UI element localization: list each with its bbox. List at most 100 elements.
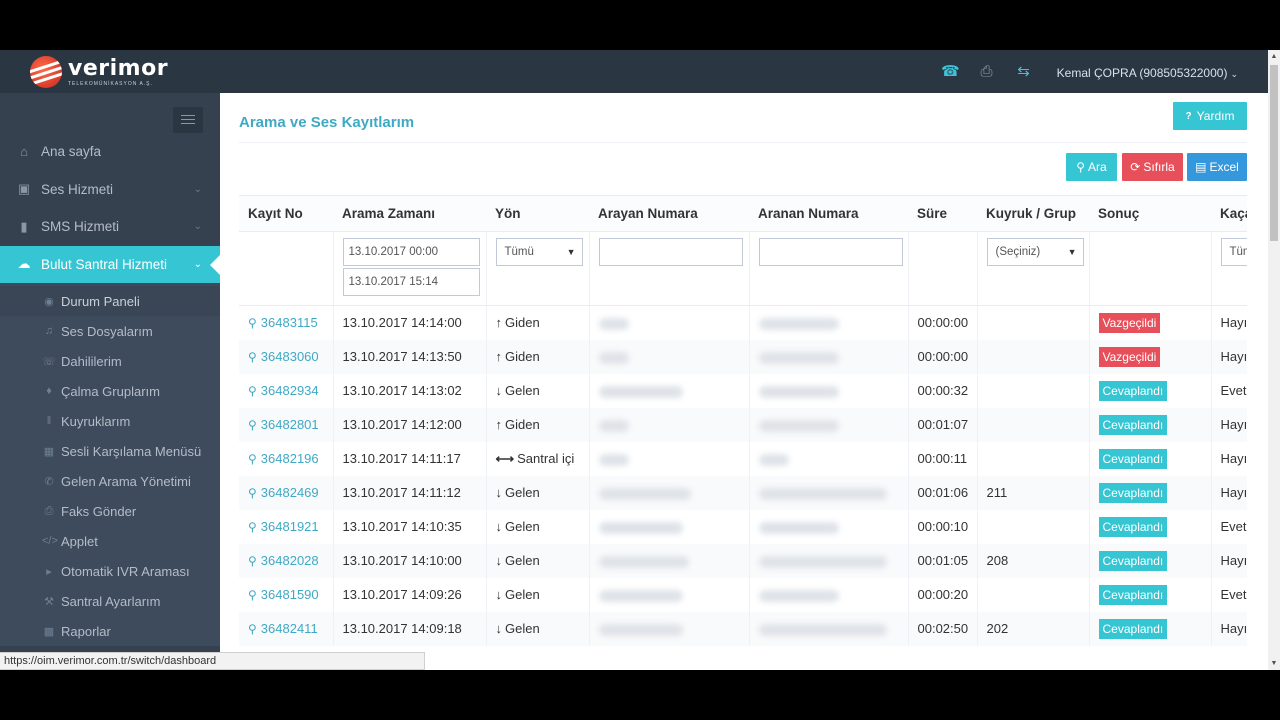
record-link[interactable]: ⚲ 36482028 — [248, 553, 319, 568]
table-row[interactable]: ⚲ 36483115 13.10.2017 14:14:00 ↑ Giden 00:00:… — [239, 305, 1247, 340]
scroll-up-icon[interactable]: ▲ — [1268, 50, 1280, 63]
sidebar-item-home[interactable]: ⌂ Ana sayfa — [0, 133, 220, 171]
submenu-item-incoming-calls[interactable]: ✆ Gelen Arama Yönetimi — [0, 466, 220, 496]
search-icon: ⚲ — [248, 588, 257, 602]
missed-status: Evet — [1220, 383, 1247, 398]
record-link[interactable]: ⚲ 36481921 — [248, 519, 319, 534]
record-link[interactable]: ⚲ 36482469 — [248, 485, 319, 500]
record-link[interactable]: ⚲ 36482801 — [248, 417, 319, 432]
record-link[interactable]: ⚲ 36481590 — [248, 587, 319, 602]
date-from-input[interactable]: 13.10.2017 00:00 — [342, 238, 480, 266]
user-menu[interactable]: Kemal ÇOPRA (908505322000) ⌄ — [1057, 66, 1238, 80]
search-icon: ⚲ — [248, 622, 257, 636]
table-row[interactable]: ⚲ 36482934 13.10.2017 14:13:02 ↓ Gelen 00:00:… — [239, 373, 1247, 408]
submenu-item-queues[interactable]: ‖ Kuyruklarım — [0, 406, 220, 436]
submenu-item-extensions[interactable]: ☏ Dahililerim — [0, 346, 220, 376]
direction: Giden — [505, 349, 540, 364]
call-time: 13.10.2017 14:11:12 — [342, 485, 461, 500]
sidebar-item-sms[interactable]: ▮ SMS Hizmeti ⌄ — [0, 208, 220, 246]
submenu-item-reports[interactable]: ▩ Raporlar — [0, 616, 220, 646]
sidebar-item-cloud-pbx[interactable]: ☁ Bulut Santral Hizmeti ⌄ — [0, 245, 220, 283]
column-header[interactable]: Arama Zamanı — [333, 195, 486, 232]
column-header[interactable]: Aranan Numara — [749, 195, 908, 232]
record-link[interactable]: ⚲ 36482934 — [248, 383, 319, 398]
record-link[interactable]: ⚲ 36482196 — [248, 451, 319, 466]
table-row[interactable]: ⚲ 36483060 13.10.2017 14:13:50 ↑ Giden 00:00:… — [239, 339, 1247, 374]
submenu-item-send-fax[interactable]: ⎙ Faks Gönder — [0, 496, 220, 526]
arrow-down-icon: ↓ — [495, 485, 503, 500]
queue-icon: ‖ — [46, 415, 52, 427]
column-header[interactable]: Yön — [486, 195, 589, 232]
submenu-label: Dahililerim — [61, 353, 122, 369]
call-time: 13.10.2017 14:14:00 — [342, 315, 462, 331]
search-button[interactable]: ⚲ Ara — [1066, 153, 1117, 181]
submenu-item-ring-groups[interactable]: ♦ Çalma Gruplarım — [0, 376, 220, 406]
wrench-icon: ⚒ — [44, 595, 54, 608]
result-badge: Cevaplandı — [1098, 516, 1168, 537]
direction-select[interactable]: Tümü ▼ — [495, 238, 583, 266]
queue-group: 211 — [986, 485, 1008, 500]
record-id: 36481921 — [260, 519, 319, 534]
redacted-called-number — [758, 555, 887, 568]
fax-icon: ⎙ — [44, 504, 54, 517]
result-badge: Cevaplandı — [1098, 584, 1168, 605]
arrow-both-icon: ⟷ — [495, 450, 515, 466]
phone-icon[interactable]: ☎ — [941, 63, 960, 80]
column-header[interactable]: Süre — [908, 195, 977, 232]
scrollbar-thumb[interactable] — [1270, 65, 1278, 241]
table-row[interactable]: ⚲ 36482801 13.10.2017 14:12:00 ↑ Giden 00:01:… — [239, 407, 1247, 442]
column-header[interactable]: Kayıt No — [239, 195, 333, 232]
help-button[interactable]: ? Yardım — [1173, 102, 1247, 130]
queue-select-value: (Seçiniz) — [995, 246, 1041, 258]
page-scrollbar[interactable]: ▲ ▼ — [1268, 50, 1280, 670]
table-row[interactable]: ⚲ 36482028 13.10.2017 14:10:00 ↓ Gelen 00:01:… — [239, 543, 1247, 578]
column-header[interactable]: Kuyruk / Grup — [977, 195, 1089, 232]
record-link[interactable]: ⚲ 36483060 — [248, 349, 319, 364]
fax-icon[interactable]: ⎙ — [978, 63, 995, 80]
table-row[interactable]: ⚲ 36481590 13.10.2017 14:09:26 ↓ Gelen 00:00:… — [239, 577, 1247, 612]
cloud-icon: ☁ — [17, 256, 31, 272]
result-badge: Cevaplandı — [1098, 380, 1168, 401]
verimor-logo[interactable]: verimor TELEKOMÜNİKASYON A.Ş. — [30, 55, 168, 89]
call-time: 13.10.2017 14:09:26 — [342, 587, 462, 602]
record-link[interactable]: ⚲ 36483115 — [248, 315, 318, 330]
direction: Giden — [505, 315, 540, 331]
redacted-caller-number — [598, 589, 683, 602]
table-row[interactable]: ⚲ 36482411 13.10.2017 14:09:18 ↓ Gelen 00:02:… — [239, 611, 1247, 646]
table-row[interactable]: ⚲ 36481921 13.10.2017 14:10:35 ↓ Gelen 00:00:… — [239, 509, 1247, 544]
date-to-input[interactable]: 13.10.2017 15:14 — [342, 268, 480, 296]
submenu-item-applet[interactable]: </> Applet — [0, 526, 220, 556]
submenu-item-auto-ivr[interactable]: ▸ Otomatik IVR Araması — [0, 556, 220, 586]
duration: 00:00:32 — [917, 383, 969, 398]
record-link[interactable]: ⚲ 36482411 — [248, 621, 318, 636]
submenu-label: Santral Ayarlarım — [61, 593, 161, 609]
column-header[interactable]: Arayan Numara — [589, 195, 749, 232]
caller-number-input[interactable] — [598, 238, 743, 266]
reset-button[interactable]: ⟳ Sıfırla — [1122, 153, 1183, 181]
search-icon: ⚲ — [248, 350, 257, 364]
column-header[interactable]: Kaçan — [1211, 195, 1247, 232]
call-time: 13.10.2017 14:11:17 — [342, 451, 461, 466]
sidebar-toggle-button[interactable] — [173, 107, 203, 133]
direction: Santral içi — [517, 450, 575, 466]
record-id: 36483060 — [260, 349, 319, 364]
table-row[interactable]: ⚲ 36482469 13.10.2017 14:11:12 ↓ Gelen 00:01:… — [239, 475, 1247, 510]
duration: 00:01:06 — [917, 485, 969, 500]
submenu-item-ivr-menu[interactable]: ▦ Sesli Karşılama Menüsü — [0, 436, 220, 466]
called-number-input[interactable] — [758, 238, 903, 266]
direction: Gelen — [505, 485, 540, 500]
sidebar-item-voice[interactable]: ▣ Ses Hizmeti ⌄ — [0, 171, 220, 209]
missed-select[interactable]: Tümü — [1220, 238, 1247, 266]
excel-button[interactable]: ▤ Excel — [1187, 153, 1247, 181]
queue-select[interactable]: (Seçiniz) ▼ — [986, 238, 1084, 266]
column-header[interactable]: Sonuç — [1089, 195, 1211, 232]
result-badge: Cevaplandı — [1098, 618, 1168, 639]
record-id: 36483115 — [260, 315, 318, 331]
scroll-down-icon[interactable]: ▼ — [1268, 657, 1280, 670]
submenu-item-sound-files[interactable]: ♫ Ses Dosyalarım — [0, 316, 220, 346]
transfer-icon[interactable]: ⇆ — [1015, 63, 1032, 80]
redacted-caller-number — [598, 317, 629, 330]
submenu-item-dashboard[interactable]: ◉ Durum Paneli — [0, 286, 220, 316]
table-row[interactable]: ⚲ 36482196 13.10.2017 14:11:17 ⟷ Santral içi… — [239, 441, 1247, 476]
submenu-item-pbx-settings[interactable]: ⚒ Santral Ayarlarım — [0, 586, 220, 616]
